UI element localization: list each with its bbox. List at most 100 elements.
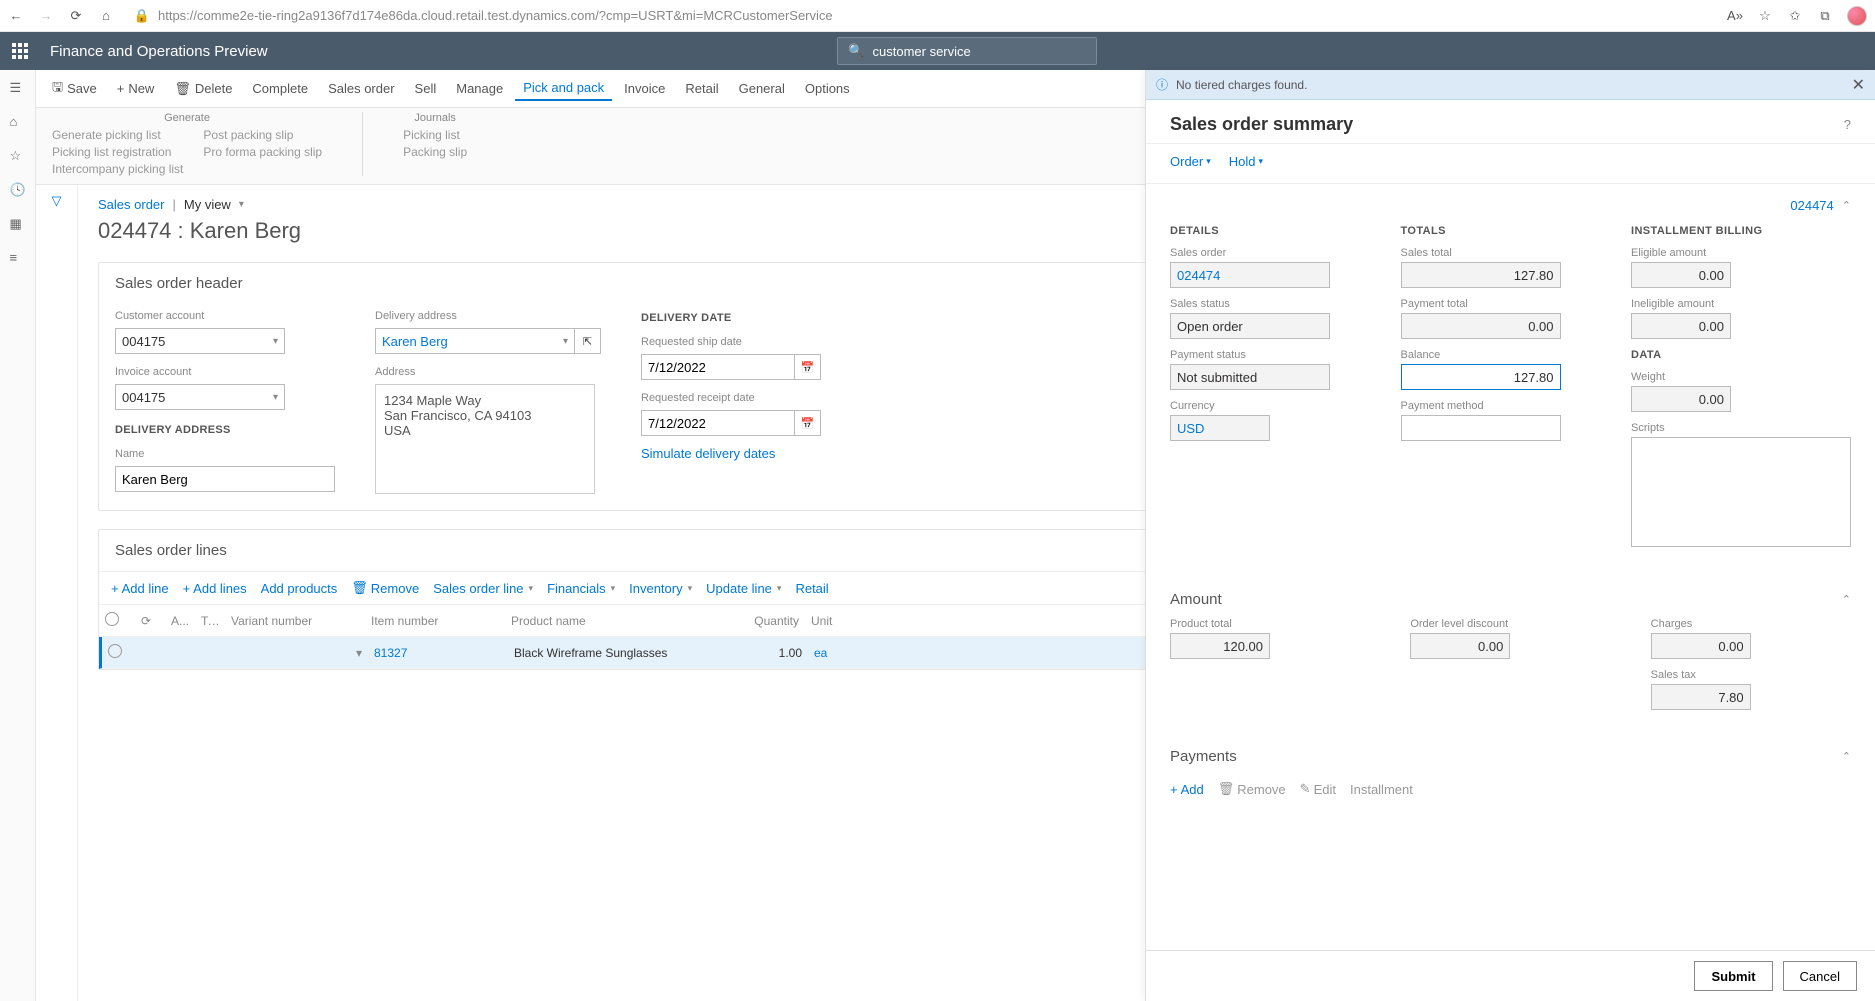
- back-icon[interactable]: ←: [8, 8, 24, 24]
- global-search[interactable]: 🔍: [837, 37, 1097, 65]
- ineligible-value: 0.00: [1631, 313, 1731, 339]
- retail-menu[interactable]: Retail: [795, 581, 828, 596]
- breadcrumb-sales-order[interactable]: Sales order: [98, 197, 164, 212]
- tab-sales-order[interactable]: Sales order: [320, 77, 402, 100]
- tab-retail[interactable]: Retail: [677, 77, 726, 100]
- currency-value: USD: [1170, 415, 1270, 441]
- tab-sell[interactable]: Sell: [407, 77, 445, 100]
- lock-icon: 🔒: [134, 8, 150, 24]
- trash-icon: 🗑: [174, 81, 191, 97]
- journal-picking-list[interactable]: Picking list: [403, 128, 467, 142]
- picking-list-registration[interactable]: Picking list registration: [52, 145, 183, 159]
- inventory-menu[interactable]: Inventory: [629, 581, 692, 596]
- calendar-icon[interactable]: 📅: [795, 354, 821, 380]
- profile-avatar[interactable]: [1847, 6, 1867, 26]
- plus-icon: +: [1170, 782, 1178, 797]
- payment-total-value: 0.00: [1401, 313, 1561, 339]
- calendar-icon[interactable]: 📅: [795, 410, 821, 436]
- info-bar: ⓘ No tiered charges found. ✕: [1146, 70, 1875, 100]
- search-input[interactable]: [873, 44, 1087, 59]
- workspace-icon[interactable]: ▦: [10, 216, 26, 232]
- order-number-link[interactable]: 024474: [1790, 198, 1833, 213]
- forward-icon[interactable]: →: [38, 8, 54, 24]
- save-button[interactable]: 🖫Save: [44, 74, 105, 104]
- collapse-icon[interactable]: ⌃: [1842, 199, 1851, 212]
- close-icon[interactable]: ✕: [1852, 75, 1865, 95]
- side-panel-title: Sales order summary: [1170, 114, 1353, 135]
- order-menu[interactable]: Order: [1170, 154, 1211, 169]
- generate-picking-list[interactable]: Generate picking list: [52, 128, 183, 142]
- address-display: 1234 Maple Way San Francisco, CA 94103 U…: [375, 384, 595, 494]
- payment-edit-button[interactable]: ✎Edit: [1300, 781, 1336, 797]
- update-line-menu[interactable]: Update line: [706, 581, 781, 596]
- recent-icon[interactable]: 🕓: [10, 182, 26, 198]
- post-packing-slip[interactable]: Post packing slip: [203, 128, 322, 142]
- item-number-link[interactable]: 81327: [368, 646, 508, 660]
- discount-value: 0.00: [1410, 633, 1510, 659]
- balance-value[interactable]: 127.80: [1401, 364, 1561, 390]
- amount-section-header[interactable]: Amount⌃: [1170, 581, 1851, 618]
- complete-button[interactable]: Complete: [244, 77, 316, 100]
- chevron-down-icon[interactable]: ▾: [239, 199, 244, 210]
- payment-installment-button[interactable]: Installment: [1350, 781, 1413, 797]
- modules-icon[interactable]: ≡: [10, 250, 26, 266]
- help-icon[interactable]: ?: [1844, 117, 1851, 132]
- read-aloud-icon[interactable]: A»: [1727, 8, 1743, 24]
- name-input[interactable]: [115, 466, 335, 492]
- sales-order-line-menu[interactable]: Sales order line: [433, 581, 533, 596]
- pro-forma-packing-slip[interactable]: Pro forma packing slip: [203, 145, 322, 159]
- tab-general[interactable]: General: [731, 77, 793, 100]
- tab-manage[interactable]: Manage: [448, 77, 511, 100]
- address-details-icon[interactable]: ⇱: [575, 328, 601, 354]
- breadcrumb-myview[interactable]: My view: [184, 197, 231, 212]
- trash-icon: 🗑: [351, 580, 368, 596]
- payments-section-header[interactable]: Payments⌃: [1170, 738, 1851, 775]
- payments-toolbar: +Add 🗑Remove ✎Edit Installment: [1170, 775, 1851, 803]
- financials-menu[interactable]: Financials: [547, 581, 615, 596]
- summary-side-panel: ⓘ No tiered charges found. ✕ Sales order…: [1145, 70, 1875, 1001]
- collections-icon[interactable]: ⧉: [1817, 8, 1833, 24]
- simulate-dates-link[interactable]: Simulate delivery dates: [641, 446, 821, 461]
- refresh-icon[interactable]: ⟳: [68, 8, 84, 24]
- delete-button[interactable]: 🗑Delete: [166, 77, 240, 101]
- requested-ship-date[interactable]: 📅: [641, 354, 821, 380]
- submit-button[interactable]: Submit: [1694, 961, 1772, 991]
- journal-packing-slip[interactable]: Packing slip: [403, 145, 467, 159]
- side-actions: Order Hold: [1146, 144, 1875, 184]
- filter-icon[interactable]: ▽: [52, 193, 62, 209]
- requested-receipt-date[interactable]: 📅: [641, 410, 821, 436]
- home-nav-icon[interactable]: ⌂: [10, 114, 26, 130]
- browser-chrome: ← → ⟳ ⌂ 🔒 https://comme2e-tie-ring2a9136…: [0, 0, 1875, 32]
- search-icon: 🔍: [848, 43, 864, 59]
- select-all[interactable]: [105, 612, 119, 626]
- tab-pick-pack[interactable]: Pick and pack: [515, 76, 612, 101]
- favorite-icon[interactable]: ☆: [1757, 8, 1773, 24]
- payment-method-value: [1401, 415, 1561, 441]
- filter-rail: ▽: [36, 185, 78, 1001]
- delivery-address-combo[interactable]: Karen Berg▾: [375, 328, 575, 354]
- payment-remove-button[interactable]: 🗑Remove: [1218, 781, 1286, 797]
- remove-line-button[interactable]: 🗑Remove: [351, 580, 419, 596]
- waffle-icon[interactable]: [8, 39, 32, 63]
- add-products-button[interactable]: Add products: [261, 581, 338, 596]
- add-lines-button[interactable]: +Add lines: [183, 581, 247, 596]
- row-select[interactable]: [108, 644, 122, 658]
- customer-account-combo[interactable]: 004175▾: [115, 328, 285, 354]
- scripts-textarea[interactable]: [1631, 437, 1851, 547]
- tab-invoice[interactable]: Invoice: [616, 77, 673, 100]
- tax-value: 7.80: [1651, 684, 1751, 710]
- add-line-button[interactable]: +Add line: [111, 581, 169, 596]
- payment-add-button[interactable]: +Add: [1170, 781, 1204, 797]
- new-button[interactable]: +New: [109, 77, 163, 100]
- hold-menu[interactable]: Hold: [1229, 154, 1263, 169]
- invoice-account-combo[interactable]: 004175▾: [115, 384, 285, 410]
- intercompany-picking-list[interactable]: Intercompany picking list: [52, 162, 183, 176]
- favorites-nav-icon[interactable]: ☆: [10, 148, 26, 164]
- home-icon[interactable]: ⌂: [98, 8, 114, 24]
- refresh-col-icon[interactable]: ⟳: [135, 614, 165, 628]
- tab-options[interactable]: Options: [797, 77, 858, 100]
- menu-icon[interactable]: ☰: [10, 80, 26, 96]
- sales-total-value: 127.80: [1401, 262, 1561, 288]
- favorites-bar-icon[interactable]: ✩: [1787, 8, 1803, 24]
- cancel-button[interactable]: Cancel: [1783, 961, 1857, 991]
